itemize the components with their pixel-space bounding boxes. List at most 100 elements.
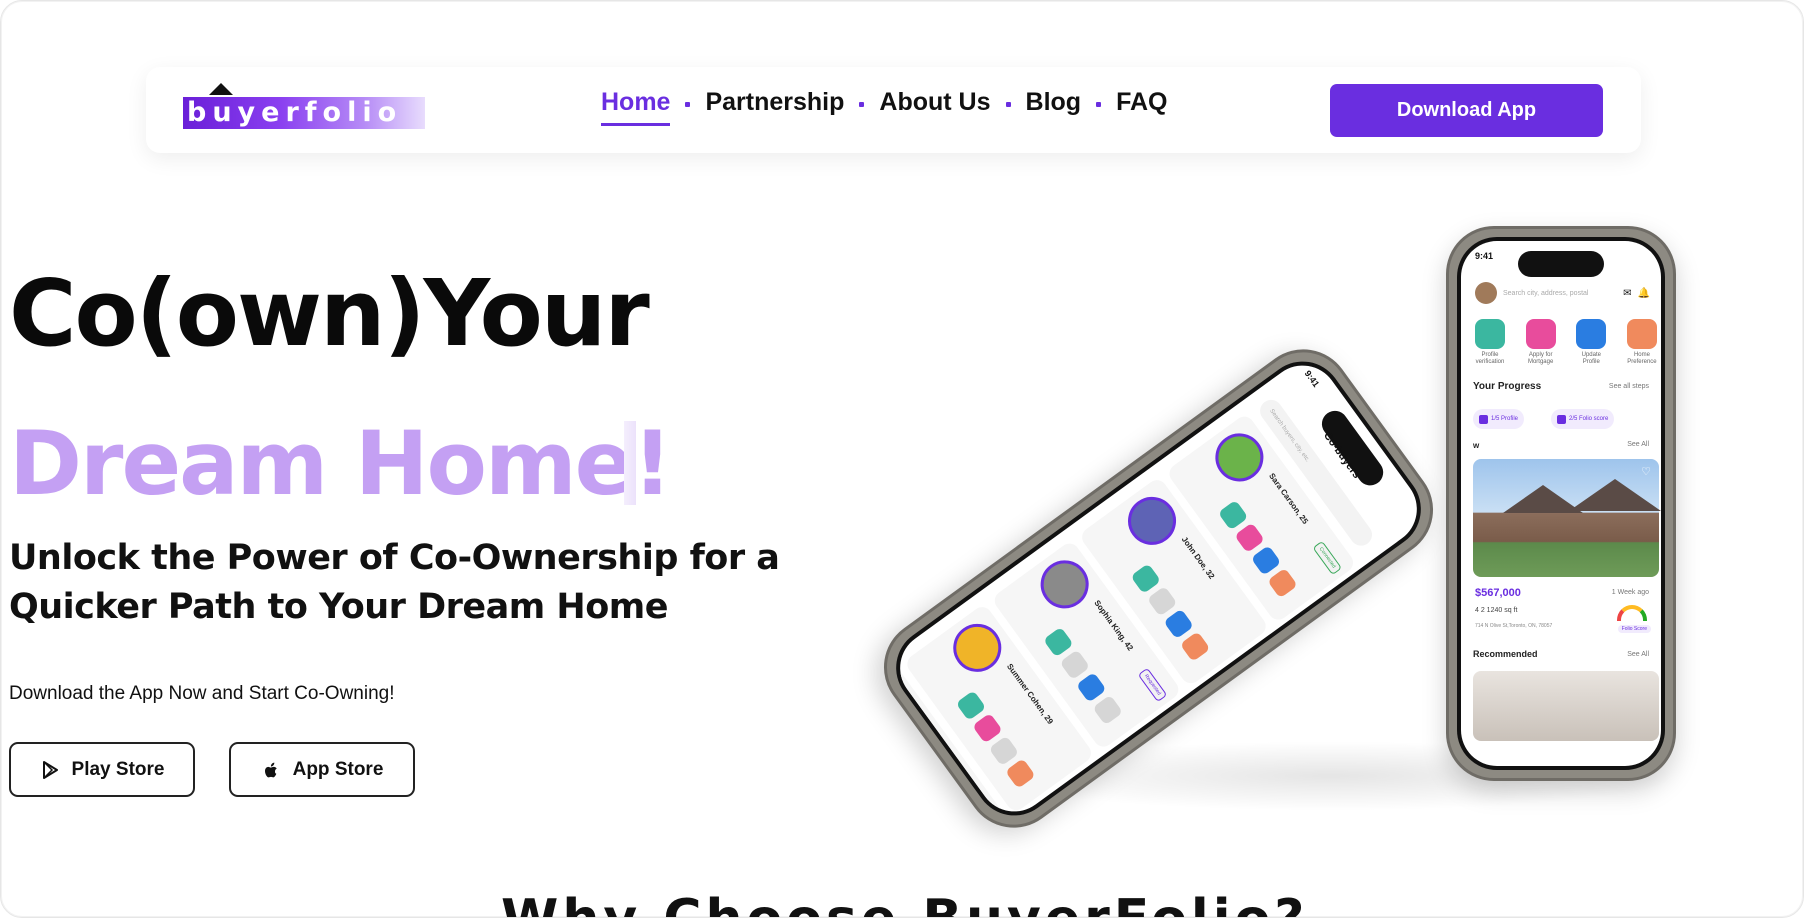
folio-score-gauge — [1617, 605, 1647, 621]
phone-display: 9:41 Search city, address, postal ✉ 🔔 Pr… — [1461, 241, 1661, 766]
brand-logo[interactable]: buyerfolio — [183, 83, 425, 135]
listing-price: $567,000 — [1475, 587, 1521, 599]
listing-posted: 1 Week ago — [1611, 589, 1649, 596]
listing-photo: ♡ — [1473, 459, 1661, 577]
search-placeholder: Search city, address, postal — [1503, 289, 1589, 297]
trait-icon — [1163, 608, 1195, 640]
cobuyer-status-tag: Requested — [1137, 667, 1168, 703]
browser-page: buyerfolio Home Partnership About Us Blo… — [0, 0, 1804, 918]
top-navbar: buyerfolio Home Partnership About Us Blo… — [146, 67, 1641, 153]
download-app-button[interactable]: Download App — [1330, 84, 1603, 137]
dynamic-island — [1518, 251, 1604, 277]
nav-link-partnership[interactable]: Partnership — [705, 88, 844, 126]
checkbox-icon — [1557, 414, 1566, 424]
cobuyer-avatar — [885, 677, 924, 745]
profile-verification-icon — [1475, 319, 1505, 349]
trait-icon — [1059, 649, 1091, 681]
nav-menu: Home Partnership About Us Blog FAQ — [601, 87, 1167, 127]
quick-action-label: Update Profile — [1581, 352, 1601, 365]
nav-link-about-us[interactable]: About Us — [879, 88, 990, 126]
hero-title-line1: Co(own)Your — [9, 260, 650, 367]
trait-icon — [1075, 672, 1107, 703]
bell-icon: 🔔 — [1637, 287, 1650, 299]
trait-icon — [1217, 499, 1249, 531]
logo-roof-icon — [209, 83, 233, 95]
nav-separator — [685, 101, 691, 107]
quick-action-label: Home Preference — [1627, 352, 1657, 365]
hero-title-line2: Dream Home! — [9, 412, 672, 515]
trait-icon — [955, 690, 987, 721]
nav-link-home[interactable]: Home — [601, 88, 671, 126]
quick-action-update-profile: Update Profile — [1572, 319, 1610, 366]
home-search-bar: Search city, address, postal ✉ 🔔 — [1475, 281, 1650, 305]
cobuyer-avatar — [943, 614, 1011, 682]
nav-link-faq[interactable]: FAQ — [1116, 88, 1167, 126]
progress-chip: 1/5 Profile — [1473, 409, 1525, 429]
quick-action-profile-verification: Profile verification — [1471, 319, 1509, 366]
listing-section-title: w — [1473, 441, 1480, 450]
trait-icon — [1005, 758, 1036, 789]
progress-title: Your Progress — [1473, 381, 1542, 392]
progress-chip: 2/5 Folio score — [1551, 409, 1615, 429]
logo-wordmark: buyerfolio — [183, 97, 425, 129]
nav-link-blog[interactable]: Blog — [1026, 88, 1082, 126]
listing-see-all: See All — [1627, 441, 1649, 448]
trait-icon — [1267, 567, 1298, 599]
quick-action-label: Apply for Mortgage — [1527, 352, 1554, 365]
progress-chip-label: 1/5 Profile — [1491, 416, 1519, 422]
cobuyer-avatar — [1031, 550, 1099, 618]
recommended-photo — [1473, 671, 1659, 741]
typing-caret — [624, 421, 636, 505]
update-profile-icon — [1576, 319, 1607, 349]
cobuyer-name: John Doe, 32 — [1179, 535, 1217, 581]
trait-icon — [1250, 545, 1282, 576]
cobuyer-name: Sophia King, 42 — [1092, 598, 1135, 653]
quick-actions: Profile verification Apply for Mortgage … — [1471, 319, 1661, 366]
cobuyer-avatar — [1205, 423, 1273, 491]
trait-icon — [988, 735, 1020, 767]
quick-action-home-preference: Home Preference — [1623, 319, 1661, 366]
apple-icon — [264, 762, 277, 777]
user-avatar — [1475, 282, 1497, 304]
cobuyer-name: Sara Carson, 25 — [1267, 471, 1310, 526]
app-store-label: App Store — [292, 758, 384, 780]
app-mockup-phones: 9:41 Search city, address, postal ✉ 🔔 Pr… — [864, 221, 1681, 847]
status-time: 9:41 — [1475, 251, 1494, 261]
phone-bezel: 9:41 Search city, address, postal ✉ 🔔 Pr… — [1457, 237, 1665, 770]
folio-score-label: Folio Score — [1617, 625, 1651, 633]
checkbox-icon — [1479, 414, 1488, 424]
play-store-button[interactable]: Play Store — [9, 742, 195, 797]
progress-see-all: See all steps — [1608, 383, 1649, 390]
nav-separator — [859, 101, 865, 107]
quick-action-apply-mortgage: Apply for Mortgage — [1522, 319, 1560, 366]
nav-separator — [1096, 101, 1102, 107]
mortgage-icon — [1525, 319, 1556, 349]
trait-icon — [1043, 626, 1074, 658]
house-roof-shape — [1569, 479, 1661, 511]
listing-address: 714 N Olive St,Toronto, ON, 78057 — [1475, 623, 1553, 629]
trait-icon — [972, 712, 1003, 744]
next-section-title: Why Choose BuyerFolio? — [501, 889, 1301, 917]
recommended-see-all: See All — [1627, 651, 1649, 658]
cobuyer-avatar — [1118, 487, 1186, 555]
trait-icon — [1234, 522, 1265, 554]
hero-cta-text: Download the App Now and Start Co-Owning… — [9, 683, 395, 704]
quick-action-label: Profile verification — [1475, 352, 1505, 365]
cobuyer-status-tag: Connected — [1312, 540, 1343, 576]
play-store-label: Play Store — [71, 758, 165, 780]
cobuyer-name: Jack Horton, 35 — [917, 725, 960, 779]
nav-separator — [1005, 101, 1011, 107]
trait-icon — [1130, 563, 1162, 594]
status-time: 9:41 — [1302, 368, 1322, 389]
heart-icon: ♡ — [1641, 466, 1651, 478]
phone-home-screen: 9:41 Search city, address, postal ✉ 🔔 Pr… — [1446, 226, 1676, 781]
progress-chip-label: 2/5 Folio score — [1569, 416, 1609, 422]
play-store-icon — [42, 760, 58, 779]
app-store-button[interactable]: App Store — [229, 742, 415, 797]
mail-icon: ✉ — [1623, 287, 1632, 299]
trait-icon — [1179, 631, 1211, 662]
recommended-title: Recommended — [1473, 649, 1538, 659]
trait-icon — [1146, 585, 1178, 617]
home-preference-icon — [1626, 319, 1657, 349]
hero-subtitle: Unlock the Power of Co-Ownership for a Q… — [9, 538, 780, 627]
